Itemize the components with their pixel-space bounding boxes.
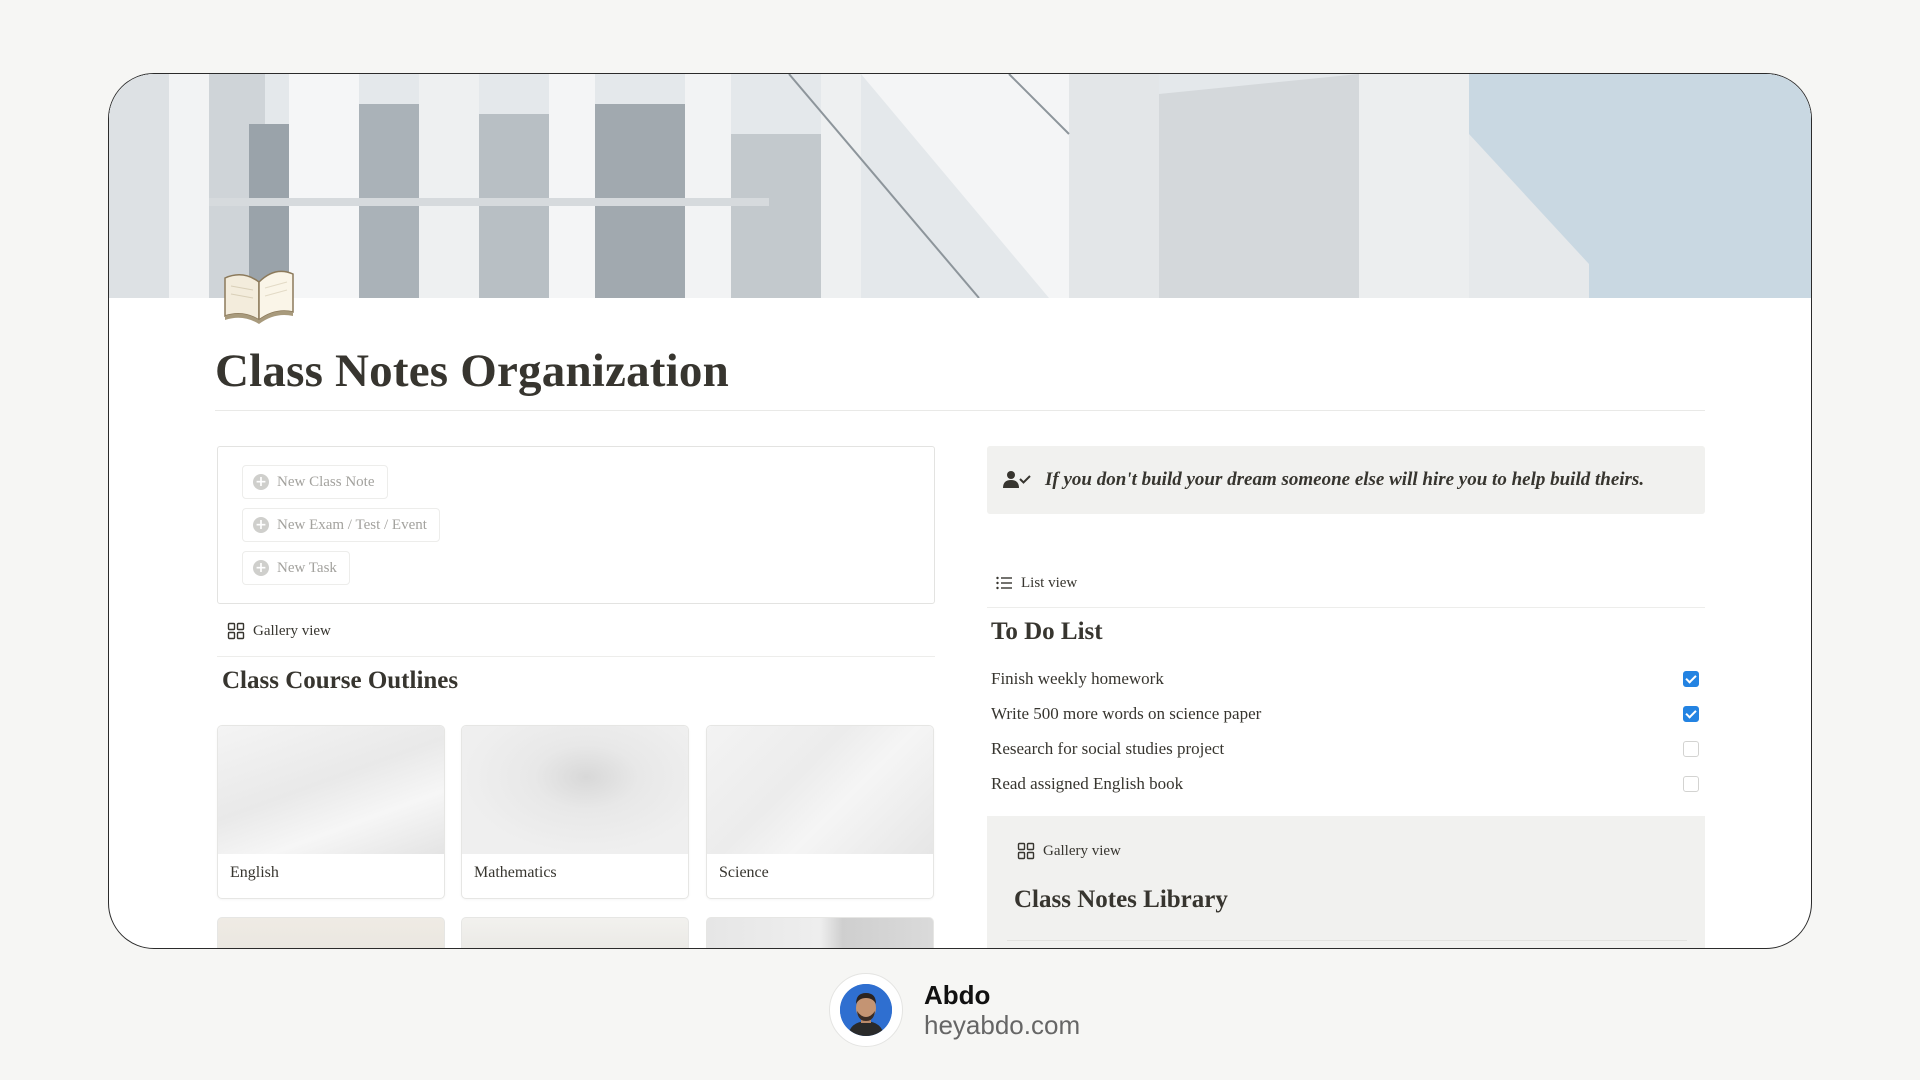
gallery-card[interactable]: [217, 917, 445, 948]
button-block: + New Class Note + New Exam / Test / Eve…: [217, 446, 935, 604]
gallery-view-tab[interactable]: Gallery view: [1017, 842, 1121, 860]
gallery-view-tab[interactable]: Gallery view: [227, 622, 331, 640]
list-icon: [996, 576, 1012, 590]
todo-text: Read assigned English book: [991, 774, 1184, 793]
card-title: Science: [719, 864, 769, 881]
course-outlines-heading[interactable]: Class Course Outlines: [222, 667, 458, 695]
gallery-icon: [227, 622, 245, 640]
new-class-note-button[interactable]: + New Class Note: [242, 465, 388, 499]
todo-checkbox[interactable]: [1683, 706, 1699, 722]
new-task-button[interactable]: + New Task: [242, 551, 350, 585]
gallery-card[interactable]: English: [217, 725, 445, 899]
card-title: English: [230, 864, 279, 881]
todo-item[interactable]: Research for social studies project: [991, 734, 1701, 764]
todo-item[interactable]: Finish weekly homework: [991, 664, 1701, 694]
card-thumbnail: [218, 726, 444, 854]
todo-text: Write 500 more words on science paper: [991, 704, 1262, 723]
button-label: New Task: [277, 559, 337, 576]
list-view-tab[interactable]: List view: [995, 574, 1077, 592]
todo-checkbox[interactable]: [1683, 776, 1699, 792]
button-label: New Class Note: [277, 473, 375, 490]
view-divider: [987, 607, 1705, 608]
todo-text: Finish weekly homework: [991, 669, 1164, 688]
todo-heading[interactable]: To Do List: [991, 618, 1103, 646]
gallery-card[interactable]: Mathematics: [461, 725, 689, 899]
gallery-card[interactable]: [461, 917, 689, 948]
todo-checkbox[interactable]: [1683, 741, 1699, 757]
cover-image[interactable]: [109, 74, 1811, 298]
plus-circle-icon: +: [253, 517, 269, 533]
plus-circle-icon: +: [253, 560, 269, 576]
todo-item[interactable]: Read assigned English book: [991, 769, 1701, 799]
card-thumbnail: [707, 726, 933, 854]
library-divider: [1007, 940, 1687, 941]
quote-callout[interactable]: If you don't build your dream someone el…: [987, 446, 1705, 514]
gallery-card[interactable]: [706, 917, 934, 948]
todo-checkbox[interactable]: [1683, 671, 1699, 687]
view-label: Gallery view: [1043, 842, 1121, 859]
open-book-icon[interactable]: [219, 262, 299, 328]
quote-text: If you don't build your dream someone el…: [1045, 469, 1645, 490]
view-label: Gallery view: [253, 622, 331, 639]
card-thumbnail: [462, 726, 688, 854]
title-divider: [215, 410, 1705, 411]
gallery-card[interactable]: Science: [706, 725, 934, 899]
avatar: [829, 973, 903, 1047]
author-name: Abdo: [924, 980, 991, 1010]
notion-page-frame: Class Notes Organization + New Class Not…: [108, 73, 1812, 949]
todo-text: Research for social studies project: [991, 739, 1225, 758]
card-title: Mathematics: [474, 864, 557, 881]
view-label: List view: [1021, 574, 1078, 591]
view-divider: [217, 656, 935, 657]
author-photo: [840, 984, 892, 1036]
class-notes-library: Gallery view Class Notes Library: [987, 816, 1705, 948]
page-title[interactable]: Class Notes Organization: [215, 344, 729, 398]
plus-circle-icon: +: [253, 474, 269, 490]
author-site[interactable]: heyabdo.com: [924, 1010, 1080, 1041]
todo-item[interactable]: Write 500 more words on science paper: [991, 699, 1701, 729]
new-exam-button[interactable]: + New Exam / Test / Event: [242, 508, 440, 542]
gallery-icon: [1017, 842, 1035, 860]
person-check-icon: [1003, 471, 1031, 488]
button-label: New Exam / Test / Event: [277, 516, 427, 533]
library-heading[interactable]: Class Notes Library: [1014, 886, 1228, 914]
